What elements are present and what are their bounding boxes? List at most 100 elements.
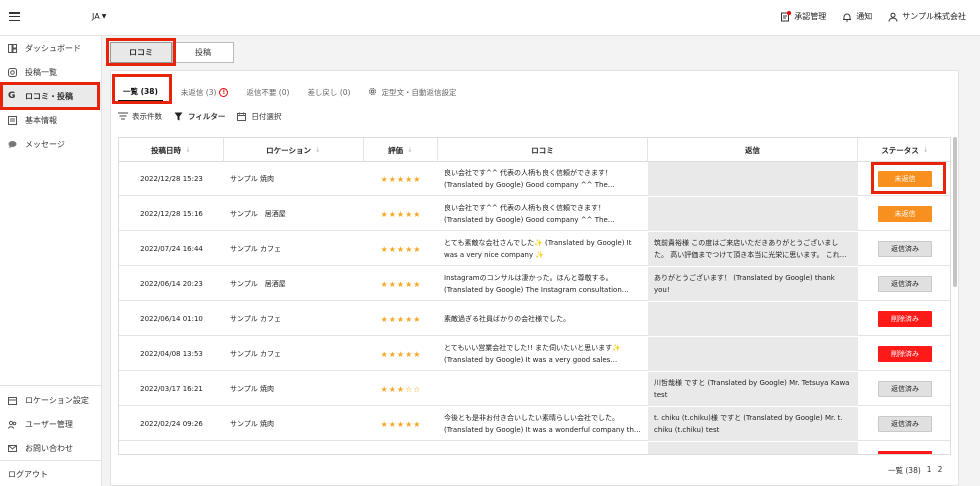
- review-text: 今後とも是非お付き合いしたい素晴らしい会社でした。 (Translated by…: [444, 414, 641, 434]
- subtab-templates[interactable]: 定型文・自動返信設定: [368, 82, 456, 102]
- review-text: とても素敵な会社さんでした✨ (Translated by Google) It…: [444, 239, 632, 259]
- table-row[interactable]: 2022/04/08 13:53 サンプル カフェ ★★★★★ とてもいい営業会社でし…: [119, 337, 950, 371]
- filter-label: フィルター: [188, 112, 226, 121]
- sidebar-item-info[interactable]: 基本情報: [0, 108, 102, 132]
- pager-total: 一覧 (38): [888, 466, 921, 475]
- account-menu[interactable]: サンプル株式会社: [888, 11, 966, 22]
- table-row[interactable]: 2022/02/24 09:26 サンプル 焼肉 ★★★★★ 今後とも是非お付き合いし…: [119, 407, 950, 441]
- status-button[interactable]: 返信済み: [878, 381, 932, 397]
- sidebar-item-label: お問い合わせ: [25, 443, 73, 453]
- subtab-unreplied[interactable]: 未返信 (3) !: [181, 82, 229, 102]
- language-selector[interactable]: JA ▼: [92, 12, 106, 21]
- sidebar-item-dashboard[interactable]: ダッシュボード: [0, 36, 102, 60]
- table-row[interactable]: 2022/12/28 15:23 サンプル 焼肉 ★★★★★ 良い会社です^^ 代表の…: [119, 162, 950, 196]
- cell-status: 未返信: [858, 162, 950, 196]
- sidebar-item-location-settings[interactable]: ロケーション設定: [0, 388, 102, 412]
- sidebar-item-messages[interactable]: メッセージ: [0, 132, 102, 156]
- cell-location: サンプル 居酒屋: [230, 210, 286, 218]
- cell-review: 良い会社です^^ 代表の人柄も良く信頼ができます！ (Translated by…: [438, 162, 648, 196]
- status-button[interactable]: 返信済み: [878, 276, 932, 292]
- display-count-button[interactable]: 表示件数: [118, 111, 162, 122]
- filter-icon: [174, 112, 184, 122]
- page-link-1[interactable]: 1: [927, 465, 932, 476]
- status-button[interactable]: 返信済み: [878, 416, 932, 432]
- review-text: 良い会社です^^ 代表の人柄も良く信頼ができます！ (Translated by…: [444, 169, 612, 189]
- status-button[interactable]: 返信済み: [878, 241, 932, 257]
- subtab-returned[interactable]: 差し戻し (0): [307, 82, 350, 102]
- list-icon: [118, 112, 128, 122]
- menu-icon[interactable]: [9, 12, 20, 21]
- table-row[interactable]: 2022/03/17 16:21 サンプル 焼肉 ★★★☆☆ 川哲哉様 ですと (Tr…: [119, 372, 950, 406]
- sidebar: ダッシュボード 投稿一覧 G ロコミ・投稿 基本情報 メッセージ ロケーション設…: [0, 36, 102, 486]
- location-icon: [8, 396, 17, 405]
- status-button[interactable]: 未返信: [878, 206, 932, 222]
- top-bar: JA ▼ 承認管理 通知 サンプル株式会社: [0, 0, 980, 36]
- tab-posts[interactable]: 投稿: [172, 42, 234, 63]
- cell-review: とてもいい営業会社でした!! また伺いたいと思います✨ (Translated …: [438, 337, 648, 371]
- cell-date: 2022/12/28 15:23: [140, 175, 203, 183]
- filter-button[interactable]: フィルター: [174, 111, 225, 122]
- sidebar-item-user-management[interactable]: ユーザー管理: [0, 412, 102, 436]
- cell-review: 素晴らしい考えの会社でより一層お世話になろうと思いま...: [438, 442, 648, 454]
- table-row[interactable]: 2022/06/14 20:23 サンプル 居酒屋 ★★★★★ Instagramのコ…: [119, 267, 950, 301]
- sidebar-item-posts[interactable]: 投稿一覧: [0, 60, 102, 84]
- toolbar: 表示件数 フィルター 日付選択: [118, 111, 281, 122]
- cell-review: 素敵過ぎる社員ばかりの会社様でした。: [438, 302, 648, 336]
- sidebar-item-contact[interactable]: お問い合わせ: [0, 436, 102, 460]
- cell-status: 返信済み: [858, 267, 950, 301]
- sidebar-item-label: ユーザー管理: [25, 419, 73, 429]
- column-header-rating[interactable]: 評価 ↓: [364, 138, 438, 162]
- subtab-no-reply-needed[interactable]: 返信不要 (0): [246, 82, 289, 102]
- user-icon: [888, 12, 898, 22]
- bell-icon: [842, 12, 852, 22]
- approval-label: 承認管理: [794, 12, 827, 21]
- status-button[interactable]: 未返信: [878, 171, 932, 187]
- sidebar-item-label: メッセージ: [25, 139, 65, 149]
- cell-location: サンプル カフェ: [224, 442, 364, 454]
- cell-date: 2022/06/14 20:23: [140, 280, 203, 288]
- tab-reviews[interactable]: ロコミ: [110, 42, 172, 63]
- approval-link[interactable]: 承認管理: [780, 10, 827, 22]
- cell-reply: t. chiku (t.chiku)様 ですと (Translated by G…: [648, 407, 858, 441]
- column-header-status[interactable]: ステータス ↓: [858, 138, 950, 162]
- subtab-label: 定型文・自動返信設定: [381, 87, 457, 97]
- review-text: とてもいい営業会社でした!! また伺いたいと思います✨ (Translated …: [444, 344, 621, 364]
- cell-date: 2022/03/17 16:21: [140, 385, 203, 393]
- column-header-date[interactable]: 投稿日時 ↓: [119, 138, 224, 162]
- google-icon: G: [8, 90, 16, 101]
- cell-location: サンプル カフェ: [230, 245, 282, 253]
- page-link-2[interactable]: 2: [938, 465, 943, 476]
- logout-button[interactable]: ログアウト: [0, 462, 102, 486]
- column-label: 投稿日時: [151, 145, 182, 155]
- column-header-reply: 返信: [648, 138, 858, 162]
- date-select-button[interactable]: 日付選択: [237, 111, 281, 122]
- subtab-all[interactable]: 一覧 (38): [118, 82, 163, 102]
- status-button[interactable]: 削除済み: [878, 346, 932, 362]
- table-row[interactable]: 2022/06/14 01:10 サンプル カフェ ★★★★★ 素敵過ぎる社員ばかりの…: [119, 302, 950, 336]
- subtab-label: 一覧 (38): [123, 86, 158, 96]
- cell-location: サンプル 居酒屋: [230, 280, 286, 288]
- column-header-location[interactable]: ロケーション ↓: [224, 138, 364, 162]
- caret-down-icon: ▼: [101, 13, 107, 20]
- sort-arrow-icon: ↓: [314, 146, 321, 154]
- table-scrollbar[interactable]: [953, 137, 957, 287]
- cell-review: 良い会社です^^ 代表の人柄も良く信頼できます！ (Translated by …: [438, 197, 648, 231]
- table-row[interactable]: 2022/12/28 15:16 サンプル 居酒屋 ★★★★★ 良い会社です^^ 代表…: [119, 197, 950, 231]
- reviews-table: 投稿日時 ↓ ロケーション ↓ 評価 ↓ ロコミ 返信 ステータス ↓ 2022/12/…: [118, 137, 951, 455]
- cell-location: サンプル カフェ: [230, 350, 282, 358]
- status-button[interactable]: 削除済み: [878, 311, 932, 327]
- notice-label: 通知: [856, 12, 873, 21]
- table-row[interactable]: 2022/02/13 00:37サンプル カフェ★★★★★ 素晴らしい考えの会社で…: [119, 442, 950, 454]
- sidebar-item-reviews[interactable]: G ロコミ・投稿: [0, 84, 102, 108]
- table-row[interactable]: 2022/07/24 16:44 サンプル カフェ ★★★★★ とても素敵な会社さんで…: [119, 232, 950, 266]
- sidebar-item-label: ダッシュボード: [25, 43, 81, 53]
- sort-arrow-icon: ↓: [185, 146, 191, 154]
- sort-arrow-icon: ↓: [922, 146, 929, 154]
- display-count-label: 表示件数: [132, 112, 162, 121]
- notification-dot: [787, 10, 792, 15]
- notice-link[interactable]: 通知: [842, 11, 872, 22]
- cell-review: 今後とも是非お付き合いしたい素晴らしい会社でした。 (Translated by…: [438, 407, 648, 441]
- sidebar-divider: [0, 385, 102, 386]
- column-label: 返信: [745, 145, 760, 155]
- status-button[interactable]: 削除済み: [878, 451, 932, 454]
